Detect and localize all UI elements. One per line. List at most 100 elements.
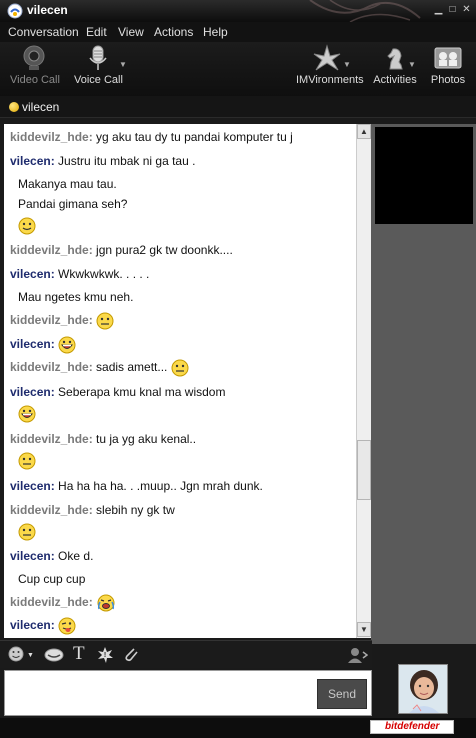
imvironments-dropdown-icon[interactable]: ▼ [343, 60, 351, 69]
crying-emoticon-icon [97, 594, 115, 612]
menu-edit[interactable]: Edit [86, 25, 107, 39]
message-text: Seberapa kmu knal ma wisdom [58, 385, 226, 399]
send-button[interactable]: Send [317, 679, 367, 709]
minimize-icon[interactable]: ▁ [433, 4, 444, 15]
imvironments-icon [313, 44, 341, 71]
sender-nick: kiddevilz_hde: [10, 313, 93, 328]
sender-nick: vilecen: [10, 154, 55, 168]
message-text: Pandai gimana seh? [18, 197, 128, 211]
contact-status-bar: vilecen [0, 96, 476, 118]
sender-nick: kiddevilz_hde: [10, 503, 93, 517]
message-text: jgn pura2 gk tw doonkk.... [96, 243, 233, 257]
straight-face-emoticon-icon [18, 523, 36, 541]
contact-info-icon[interactable] [346, 646, 368, 664]
sender-nick: vilecen: [10, 385, 55, 399]
message-text: slebih ny gk tw [96, 503, 175, 517]
microphone-icon [89, 45, 107, 70]
scroll-thumb[interactable] [357, 440, 371, 500]
window-title: vilecen [27, 3, 68, 17]
sender-nick: kiddevilz_hde: [10, 360, 93, 375]
footer-bar: bitdefender [0, 718, 476, 738]
messenger-logo-icon [7, 3, 23, 19]
message-text: tu ja yg aku kenal.. [96, 432, 197, 446]
contact-name[interactable]: vilecen [22, 100, 59, 114]
chat-message: vilecen: Justru itu mbak ni ga tau . [10, 154, 195, 168]
chat-message: kiddevilz_hde: slebih ny gk tw [10, 503, 175, 517]
menu-help[interactable]: Help [203, 25, 228, 39]
audible-icon[interactable] [44, 646, 64, 664]
message-text: Cup cup cup [18, 572, 86, 586]
avatar-photo-icon [399, 665, 447, 713]
brand-text: bitdefender [385, 721, 440, 732]
message-text: Justru itu mbak ni ga tau . [58, 154, 196, 168]
chat-message: vilecen: [10, 336, 76, 354]
scroll-up-icon[interactable]: ▲ [357, 124, 371, 139]
message-text: yg aku tau dy tu pandai komputer tu j [96, 130, 293, 144]
attachment-icon[interactable] [122, 646, 140, 664]
chat-message: kiddevilz_hde: yg aku tau dy tu pandai k… [10, 130, 293, 144]
messenger-window: vilecen ▁ □ ✕ Conversation Edit View Act… [0, 0, 476, 738]
sender-nick: vilecen: [10, 337, 55, 352]
activities-dropdown-icon[interactable]: ▼ [408, 60, 416, 69]
webcam-icon [23, 45, 45, 70]
sender-nick: vilecen: [10, 618, 55, 633]
bitdefender-badge[interactable]: bitdefender [370, 720, 454, 734]
online-status-icon [9, 102, 19, 112]
chat-transcript[interactable]: kiddevilz_hde: yg aku tau dy tu pandai k… [4, 124, 356, 638]
message-text: sadis amett... [96, 360, 168, 375]
grin-emoticon-icon [58, 336, 76, 354]
imvironments-label: IMVironments [296, 74, 364, 86]
chat-message: vilecen: Wkwkwkwk. . . . . [10, 267, 149, 281]
menu-actions[interactable]: Actions [154, 25, 193, 39]
avatar[interactable] [398, 664, 448, 714]
sender-nick: kiddevilz_hde: [10, 595, 93, 610]
buzz-icon[interactable]: ! [96, 646, 114, 664]
tongue-emoticon-icon [58, 617, 76, 635]
sender-nick: vilecen: [10, 479, 55, 493]
message-text: Wkwkwkwk. . . . . [58, 267, 150, 281]
sender-nick: kiddevilz_hde: [10, 130, 93, 144]
voice-call-button[interactable]: Voice Call [74, 44, 123, 86]
chat-message: vilecen: Seberapa kmu knal ma wisdom [10, 385, 225, 399]
chat-message: kiddevilz_hde: tu ja yg aku kenal.. [10, 432, 196, 446]
photos-icon [434, 47, 462, 69]
photos-label: Photos [430, 74, 466, 86]
sender-nick: vilecen: [10, 267, 55, 281]
photos-button[interactable]: Photos [428, 44, 468, 86]
chat-message: kiddevilz_hde: sadis amett... [10, 359, 189, 377]
chat-message: vilecen: Ha ha ha ha. . .muup.. Jgn mrah… [10, 479, 263, 493]
chat-message: kiddevilz_hde: jgn pura2 gk tw doonkk...… [10, 243, 233, 257]
video-call-button[interactable]: Video Call [10, 44, 60, 86]
scroll-down-icon[interactable]: ▼ [357, 622, 371, 637]
voice-call-dropdown-icon[interactable]: ▼ [119, 60, 127, 69]
emoticon-dropdown-icon[interactable]: ▼ [27, 652, 34, 659]
close-icon[interactable]: ✕ [461, 4, 472, 15]
chess-knight-icon [387, 48, 403, 70]
title-ornament-icon [309, 0, 421, 22]
title-bar[interactable]: vilecen ▁ □ ✕ [0, 0, 476, 22]
straight-face-emoticon-icon [96, 312, 114, 330]
format-toolbar: ▼ T ! [0, 640, 372, 668]
menu-view[interactable]: View [118, 25, 144, 39]
chat-message: kiddevilz_hde: [10, 312, 114, 330]
chat-message: vilecen: Oke d. [10, 549, 93, 563]
message-text: Oke d. [58, 549, 94, 563]
toolbar: Video Call Voice Call ▼ IMVironments ▼ A… [0, 42, 476, 96]
message-text: Mau ngetes kmu neh. [18, 290, 134, 304]
chat-scrollbar[interactable]: ▲ ▼ [356, 124, 371, 638]
emoticon-picker-icon[interactable] [8, 646, 26, 664]
message-text: Ha ha ha ha. . .muup.. Jgn mrah dunk. [58, 479, 263, 493]
message-input[interactable] [9, 675, 309, 711]
text-format-icon[interactable]: T [73, 643, 85, 665]
webcam-view [375, 127, 473, 224]
chat-message: kiddevilz_hde: [10, 594, 116, 612]
svg-text:!: ! [104, 652, 106, 659]
message-text: Makanya mau tau. [18, 177, 117, 191]
menu-conversation[interactable]: Conversation [8, 25, 79, 39]
sender-nick: kiddevilz_hde: [10, 243, 93, 257]
grin-emoticon-icon [18, 405, 36, 423]
chat-message: vilecen: [10, 617, 76, 635]
smile-emoticon-icon [18, 217, 36, 235]
maximize-icon[interactable]: □ [447, 4, 458, 15]
voice-call-label: Voice Call [74, 74, 123, 86]
